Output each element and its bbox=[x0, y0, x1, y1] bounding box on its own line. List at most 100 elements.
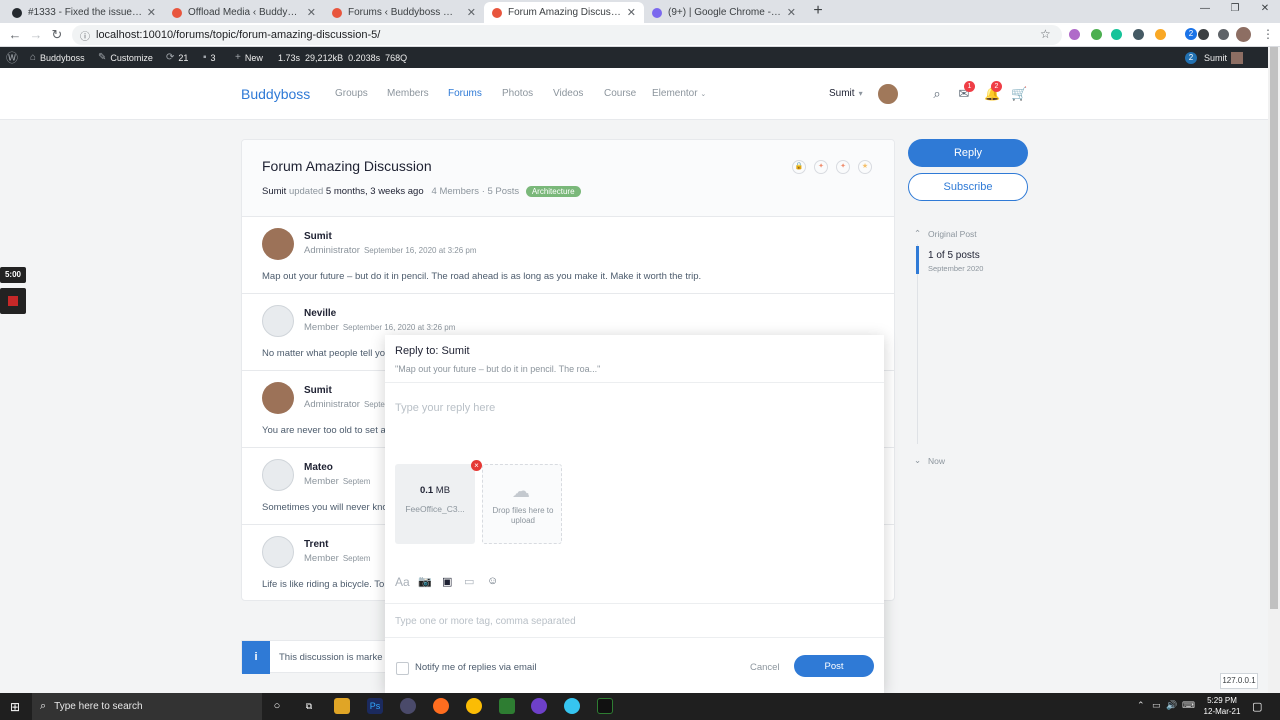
nav-videos[interactable]: Videos bbox=[553, 88, 583, 99]
cart-icon[interactable]: 🛒 bbox=[1011, 86, 1027, 102]
chevron-up-icon[interactable]: ⌃ bbox=[914, 228, 921, 239]
bookmark-star-icon[interactable]: ☆ bbox=[1040, 27, 1051, 41]
extension-icon[interactable] bbox=[1133, 29, 1144, 40]
reply-author[interactable]: Sumit bbox=[304, 231, 332, 242]
header-avatar[interactable] bbox=[876, 82, 900, 106]
browser-tab-offload-media[interactable]: Offload Media ‹ Buddyboss — W ✕ bbox=[164, 2, 324, 23]
pin-icon[interactable]: ✦ bbox=[836, 160, 850, 174]
browser-tab-forums[interactable]: Forums ‹ Buddyboss — WordPre ✕ bbox=[324, 2, 484, 23]
reply-date[interactable]: Septe bbox=[364, 400, 385, 409]
reply-author[interactable]: Mateo bbox=[304, 462, 333, 473]
admin-comments-link[interactable]: ▪ 3 bbox=[203, 47, 216, 68]
reply-date[interactable]: Septem bbox=[343, 477, 371, 486]
close-icon[interactable]: ✕ bbox=[147, 6, 156, 19]
cortana-icon[interactable]: ○ bbox=[269, 698, 285, 714]
nav-members[interactable]: Members bbox=[387, 88, 429, 99]
post-scrubber-handle[interactable] bbox=[916, 246, 919, 274]
admin-notifications[interactable]: 2 bbox=[1185, 47, 1203, 68]
info-icon[interactable]: ⓘ bbox=[80, 28, 90, 43]
reload-icon[interactable]: ↻ bbox=[50, 27, 64, 43]
taskbar-clock[interactable]: 5:29 PM 12-Mar-21 bbox=[1202, 695, 1242, 717]
nav-course[interactable]: Course bbox=[604, 88, 636, 99]
reply-button[interactable]: Reply bbox=[908, 139, 1028, 167]
admin-site-link[interactable]: ⌂ Buddyboss bbox=[30, 47, 85, 68]
chrome-icon[interactable] bbox=[466, 698, 482, 714]
slack-icon[interactable] bbox=[564, 698, 580, 714]
post-scrubber-track[interactable] bbox=[917, 244, 918, 444]
stop-recording-button[interactable] bbox=[0, 288, 26, 314]
reply-author[interactable]: Sumit bbox=[304, 385, 332, 396]
tags-input[interactable]: Type one or more tag, comma separated bbox=[385, 603, 884, 638]
lock-icon[interactable]: 🔒 bbox=[792, 160, 806, 174]
scrollbar-thumb[interactable] bbox=[1270, 47, 1278, 609]
file-explorer-icon[interactable] bbox=[334, 698, 350, 714]
emoji-icon[interactable]: ☺ bbox=[487, 575, 498, 587]
reply-date[interactable]: September 16, 2020 at 3:26 pm bbox=[364, 246, 477, 255]
reply-date[interactable]: Septem bbox=[343, 554, 371, 563]
browser-tab-forum-discussion[interactable]: Forum Amazing Discussion – Bu ✕ bbox=[484, 2, 644, 23]
admin-account-menu[interactable]: Sumit bbox=[1204, 47, 1244, 68]
extension-icon[interactable] bbox=[1091, 29, 1102, 40]
text-format-button[interactable]: Aa bbox=[395, 575, 410, 589]
wordpress-logo-icon[interactable]: Ⓦ bbox=[6, 47, 22, 68]
nav-photos[interactable]: Photos bbox=[502, 88, 533, 99]
extension-icon[interactable] bbox=[1069, 29, 1080, 40]
action-center-icon[interactable]: ▢ bbox=[1252, 700, 1262, 713]
terminal-icon[interactable] bbox=[597, 698, 613, 714]
grammarly-icon[interactable] bbox=[1111, 29, 1122, 40]
app-icon[interactable] bbox=[400, 698, 416, 714]
camera-icon[interactable]: 📷 bbox=[418, 575, 432, 588]
keyboard-icon[interactable]: ⌨ bbox=[1182, 700, 1195, 711]
editor-icon[interactable] bbox=[499, 698, 515, 714]
close-icon[interactable]: ✕ bbox=[787, 6, 796, 19]
star-icon[interactable]: ★ bbox=[858, 160, 872, 174]
subscribe-button[interactable]: Subscribe bbox=[908, 173, 1028, 201]
admin-updates-link[interactable]: ⟳ 21 bbox=[166, 47, 188, 68]
original-post-link[interactable]: Original Post bbox=[928, 229, 977, 239]
new-tab-button[interactable]: + bbox=[810, 2, 826, 20]
pin-icon[interactable]: ✦ bbox=[814, 160, 828, 174]
photoshop-icon[interactable]: Ps bbox=[367, 698, 383, 714]
nav-forums[interactable]: Forums bbox=[448, 88, 482, 99]
reply-author[interactable]: Trent bbox=[304, 539, 328, 550]
restore-icon[interactable]: ❐ bbox=[1228, 3, 1242, 14]
avatar[interactable] bbox=[262, 536, 294, 568]
back-icon[interactable]: ← bbox=[8, 27, 22, 42]
close-window-icon[interactable]: ✕ bbox=[1258, 3, 1272, 14]
close-icon[interactable]: ✕ bbox=[627, 6, 636, 19]
github-desktop-icon[interactable] bbox=[531, 698, 547, 714]
minimize-icon[interactable]: — bbox=[1198, 3, 1212, 14]
nav-elementor[interactable]: Elementor ⌄ bbox=[652, 88, 706, 99]
remove-attachment-icon[interactable]: × bbox=[471, 460, 482, 471]
task-view-icon[interactable]: ⧉ bbox=[301, 698, 317, 714]
document-attach-icon[interactable]: ▣ bbox=[442, 575, 452, 588]
address-bar[interactable]: ⓘ localhost:10010/forums/topic/forum-ama… bbox=[72, 25, 1062, 45]
post-button[interactable]: Post bbox=[794, 655, 874, 677]
browser-tab-github[interactable]: #1333 - Fixed the issue Forum > ✕ bbox=[4, 2, 164, 23]
more-menu-icon[interactable]: ⋮ bbox=[1262, 27, 1274, 41]
close-icon[interactable]: ✕ bbox=[467, 6, 476, 19]
file-dropzone[interactable]: ☁ Drop files here to upload bbox=[482, 464, 562, 544]
topic-author[interactable]: Sumit bbox=[262, 186, 286, 197]
gif-icon[interactable]: ▭ bbox=[464, 575, 474, 588]
admin-new-link[interactable]: + New bbox=[235, 47, 263, 68]
topic-tag[interactable]: Architecture bbox=[525, 186, 581, 197]
close-icon[interactable]: ✕ bbox=[307, 6, 316, 19]
extension-icon[interactable] bbox=[1155, 29, 1166, 40]
network-icon[interactable]: ▭ bbox=[1152, 700, 1161, 711]
volume-icon[interactable]: 🔊 bbox=[1166, 700, 1177, 711]
admin-customize-link[interactable]: ✎ Customize bbox=[98, 47, 153, 68]
chevron-down-icon[interactable]: ⌄ bbox=[914, 455, 921, 466]
puzzle-icon[interactable] bbox=[1218, 29, 1229, 40]
page-scrollbar[interactable] bbox=[1268, 47, 1280, 693]
site-logo[interactable]: Buddyboss bbox=[241, 86, 310, 102]
taskbar-search[interactable]: ⌕ Type here to search bbox=[32, 693, 262, 720]
header-user-menu[interactable]: Sumit ▾ bbox=[829, 88, 863, 99]
avatar[interactable] bbox=[262, 228, 294, 260]
firefox-icon[interactable] bbox=[433, 698, 449, 714]
reply-date[interactable]: September 16, 2020 at 3:26 pm bbox=[343, 323, 456, 332]
now-link[interactable]: Now bbox=[928, 456, 945, 466]
avatar[interactable] bbox=[262, 305, 294, 337]
query-monitor-stats[interactable]: 1.73s 29,212kB 0.2038s 768Q bbox=[278, 47, 407, 68]
cancel-button[interactable]: Cancel bbox=[750, 662, 780, 673]
